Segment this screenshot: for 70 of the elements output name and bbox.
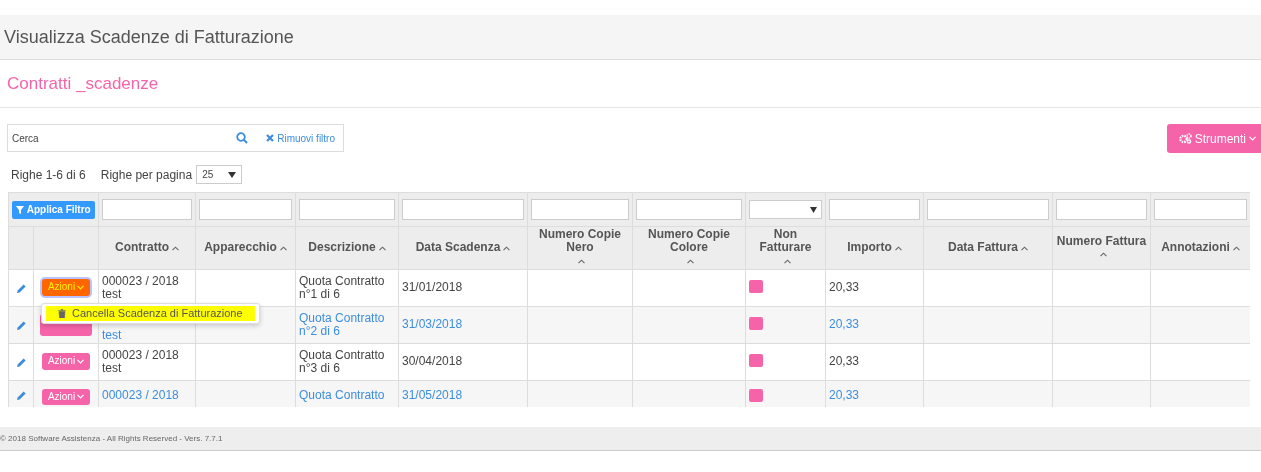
remove-filter-link[interactable]: Rimuovi filtro [258,130,343,146]
filter-field[interactable] [636,199,742,220]
amount-cell: 20,33 [829,281,860,294]
filter-field[interactable] [1056,199,1147,220]
pencil-icon[interactable] [15,389,27,401]
caret-icon [77,394,85,400]
search-icon [236,132,249,144]
column-header[interactable]: Importo [847,241,892,255]
sort-caret-icon [503,245,511,251]
actions-button[interactable]: Azioni [41,388,91,406]
filter-field[interactable] [299,199,395,220]
sort-caret-icon [378,245,386,251]
filter-field[interactable] [199,199,292,220]
column-header[interactable]: Contratto [115,241,169,255]
search-field[interactable]: Cerca Rimuovi filtro [7,124,344,152]
pencil-icon[interactable] [15,319,27,331]
due-date-cell[interactable]: 31/03/2018 [402,318,463,331]
contract-cell: 000023 / 2018 test [102,274,179,301]
rows-summary: Righe 1-6 di 6 [11,166,86,184]
amount-cell: 20,33 [829,355,860,368]
sort-caret-icon [172,245,179,251]
trash-icon [58,309,66,319]
dropdown-arrow-icon [228,171,237,178]
sort-caret-icon [1232,245,1240,251]
non-invoice-checkbox[interactable] [749,353,763,367]
filter-field[interactable] [927,199,1049,220]
amount-cell[interactable]: 20,33 [829,318,860,331]
contract-cell: 000023 / 2018 test [102,348,179,375]
filter-field[interactable] [1154,199,1247,220]
filter-field[interactable] [829,199,920,220]
description-cell: Quota Contratto n°3 di 6 [299,348,385,375]
column-header[interactable]: Data Fattura [948,241,1018,255]
dropdown-arrow-icon [810,206,817,213]
pencil-icon[interactable] [15,282,27,294]
close-icon [266,134,275,142]
filter-field[interactable] [531,199,629,220]
sort-caret-icon [783,258,791,264]
contract-cell[interactable]: test [102,328,122,342]
description-cell: Quota Contratto n°1 di 6 [299,274,385,301]
footer-text: © 2018 Software Assistenza - All Rights Reserved - Vers. 7.7.1 [0,432,223,445]
pencil-icon[interactable] [15,356,27,368]
gears-icon [1178,133,1192,144]
non-invoice-checkbox[interactable] [749,316,763,330]
caret-icon [77,285,85,291]
amount-cell[interactable]: 20,33 [829,388,860,402]
sort-caret-icon [894,245,902,251]
due-date-cell: 31/01/2018 [402,281,463,294]
rows-per-page-label: Righe per pagina [100,166,193,184]
actions-button[interactable]: Azioni [41,279,91,296]
rows-per-page-select[interactable]: 25 [196,165,243,184]
filter-select[interactable] [749,200,822,219]
non-invoice-checkbox[interactable] [749,279,763,293]
tools-button[interactable]: Strumenti [1166,124,1261,153]
due-date-cell: 30/04/2018 [402,355,463,368]
funnel-icon [16,206,25,215]
sort-caret-icon [1021,245,1028,251]
sort-caret-icon [687,258,694,264]
actions-button[interactable]: Azioni [41,353,91,370]
filter-field[interactable] [402,199,524,220]
caret-icon [1249,136,1256,141]
non-invoice-checkbox[interactable] [749,388,763,402]
menu-item[interactable]: Cancella Scadenza di Fatturazione [46,306,255,322]
apply-filter-button[interactable]: Applica Filtro [12,201,95,219]
sort-caret-icon [279,245,287,251]
page-title: Visualizza Scadenze di Fatturazione [4,25,294,49]
sort-caret-icon [1099,252,1107,258]
sort-caret-icon [578,258,585,264]
section-title: Contratti _scadenze [7,72,159,95]
caret-icon [77,359,85,365]
filter-field[interactable] [102,199,192,220]
